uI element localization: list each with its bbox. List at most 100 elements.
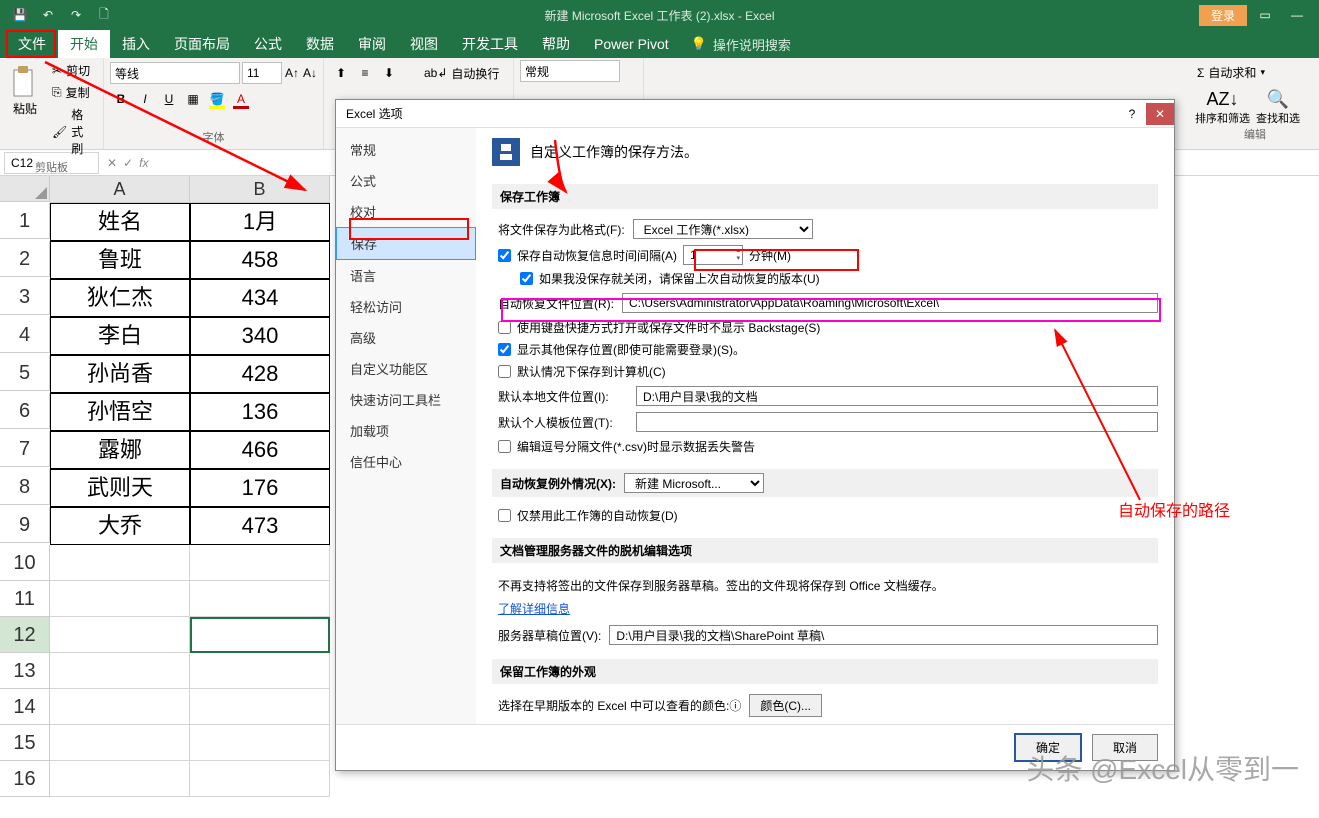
decrease-font-icon[interactable]: A↓	[302, 62, 318, 84]
save-format-select[interactable]: Excel 工作簿(*.xlsx)	[633, 219, 813, 239]
cancel-edit-icon[interactable]: ✕	[107, 156, 117, 170]
cell[interactable]	[50, 761, 190, 797]
show-addl-checkbox[interactable]	[498, 343, 511, 356]
dialog-close-icon[interactable]: ✕	[1146, 103, 1174, 125]
confirm-edit-icon[interactable]: ✓	[123, 156, 133, 170]
nav-trust-center[interactable]: 信任中心	[336, 446, 476, 477]
format-painter-button[interactable]: 🖌格式刷	[48, 104, 97, 159]
ok-button[interactable]: 确定	[1014, 733, 1082, 762]
disable-recover-checkbox[interactable]	[498, 509, 511, 522]
redo-icon[interactable]: ↷	[66, 5, 86, 25]
undo-icon[interactable]: ↶	[38, 5, 58, 25]
increase-font-icon[interactable]: A↑	[284, 62, 300, 84]
row-header[interactable]: 13	[0, 653, 50, 689]
row-header[interactable]: 5	[0, 355, 50, 391]
sort-filter-button[interactable]: AZ↓排序和筛选	[1195, 89, 1250, 126]
tab-view[interactable]: 视图	[398, 30, 450, 58]
row-header[interactable]: 16	[0, 761, 50, 797]
tab-insert[interactable]: 插入	[110, 30, 162, 58]
cell[interactable]	[190, 689, 330, 725]
cell[interactable]: 武则天	[50, 469, 190, 507]
col-header-b[interactable]: B	[190, 176, 330, 203]
nav-formulas[interactable]: 公式	[336, 165, 476, 196]
save-icon[interactable]: 💾	[10, 5, 30, 25]
row-header[interactable]: 2	[0, 241, 50, 277]
cancel-button[interactable]: 取消	[1092, 734, 1158, 761]
bold-button[interactable]: B	[110, 88, 132, 110]
row-header[interactable]: 7	[0, 431, 50, 467]
autorecover-checkbox[interactable]	[498, 249, 511, 262]
login-button[interactable]: 登录	[1199, 5, 1247, 26]
row-header[interactable]: 3	[0, 279, 50, 315]
number-format-select[interactable]	[520, 60, 620, 82]
nav-general[interactable]: 常规	[336, 134, 476, 165]
autorecover-minutes-spinner[interactable]: 1	[683, 245, 743, 265]
nav-advanced[interactable]: 高级	[336, 322, 476, 353]
italic-button[interactable]: I	[134, 88, 156, 110]
tab-data[interactable]: 数据	[294, 30, 346, 58]
nav-save[interactable]: 保存	[336, 227, 476, 260]
cell[interactable]	[190, 653, 330, 689]
cell[interactable]	[190, 761, 330, 797]
autosum-button[interactable]: Σ自动求和▾	[1195, 62, 1315, 83]
cell[interactable]	[50, 689, 190, 725]
fill-color-button[interactable]: 🪣	[206, 88, 228, 110]
row-header[interactable]: 1	[0, 203, 50, 239]
cell[interactable]: 露娜	[50, 431, 190, 469]
nav-qat[interactable]: 快速访问工具栏	[336, 384, 476, 415]
cell[interactable]: 姓名	[50, 203, 190, 241]
align-middle-icon[interactable]: ≡	[354, 62, 376, 84]
row-header[interactable]: 8	[0, 469, 50, 505]
cell[interactable]: 340	[190, 317, 330, 355]
row-header[interactable]: 9	[0, 507, 50, 543]
cell[interactable]: 1月	[190, 203, 330, 241]
row-header[interactable]: 11	[0, 581, 50, 617]
cell[interactable]: 孙尚香	[50, 355, 190, 393]
cell[interactable]	[190, 581, 330, 617]
paste-button[interactable]: 粘贴	[6, 60, 44, 159]
row-header[interactable]: 4	[0, 317, 50, 353]
tab-file[interactable]: 文件	[6, 30, 58, 58]
default-template-input[interactable]	[636, 412, 1158, 432]
save-local-checkbox[interactable]	[498, 365, 511, 378]
cell[interactable]	[50, 725, 190, 761]
cell[interactable]: 176	[190, 469, 330, 507]
cut-button[interactable]: ✂剪切	[48, 60, 97, 81]
cell[interactable]: 434	[190, 279, 330, 317]
tab-page-layout[interactable]: 页面布局	[162, 30, 242, 58]
cell[interactable]	[50, 617, 190, 653]
wrap-text-button[interactable]: ab↲自动换行	[420, 62, 503, 84]
font-color-button[interactable]: A	[230, 88, 252, 110]
cell[interactable]	[190, 545, 330, 581]
cell[interactable]	[190, 725, 330, 761]
cell[interactable]: 473	[190, 507, 330, 545]
font-name-select[interactable]	[110, 62, 240, 84]
nav-proofing[interactable]: 校对	[336, 196, 476, 227]
csv-checkbox[interactable]	[498, 440, 511, 453]
nav-ease-access[interactable]: 轻松访问	[336, 291, 476, 322]
row-header[interactable]: 14	[0, 689, 50, 725]
cell[interactable]: 458	[190, 241, 330, 279]
cell[interactable]: 鲁班	[50, 241, 190, 279]
nav-custom-ribbon[interactable]: 自定义功能区	[336, 353, 476, 384]
underline-button[interactable]: U	[158, 88, 180, 110]
tab-help[interactable]: 帮助	[530, 30, 582, 58]
cell[interactable]: 大乔	[50, 507, 190, 545]
ribbon-display-icon[interactable]: ▭	[1251, 4, 1279, 26]
font-size-select[interactable]	[242, 62, 282, 84]
autorecover-loc-input[interactable]	[622, 293, 1158, 313]
learn-more-link[interactable]: 了解详细信息	[498, 602, 570, 616]
cell[interactable]: 孙悟空	[50, 393, 190, 431]
border-button[interactable]: ▦	[182, 88, 204, 110]
dialog-titlebar[interactable]: Excel 选项 ? ✕	[336, 100, 1174, 128]
copy-button[interactable]: ⎘复制	[48, 82, 97, 103]
row-header[interactable]: 10	[0, 545, 50, 581]
align-top-icon[interactable]: ⬆	[330, 62, 352, 84]
find-select-button[interactable]: 🔍查找和选	[1256, 89, 1300, 126]
nav-language[interactable]: 语言	[336, 260, 476, 291]
cell[interactable]: 狄仁杰	[50, 279, 190, 317]
col-header-a[interactable]: A	[50, 176, 190, 203]
nav-addins[interactable]: 加载项	[336, 415, 476, 446]
dialog-help-icon[interactable]: ?	[1118, 103, 1146, 125]
row-header[interactable]: 12	[0, 617, 50, 653]
